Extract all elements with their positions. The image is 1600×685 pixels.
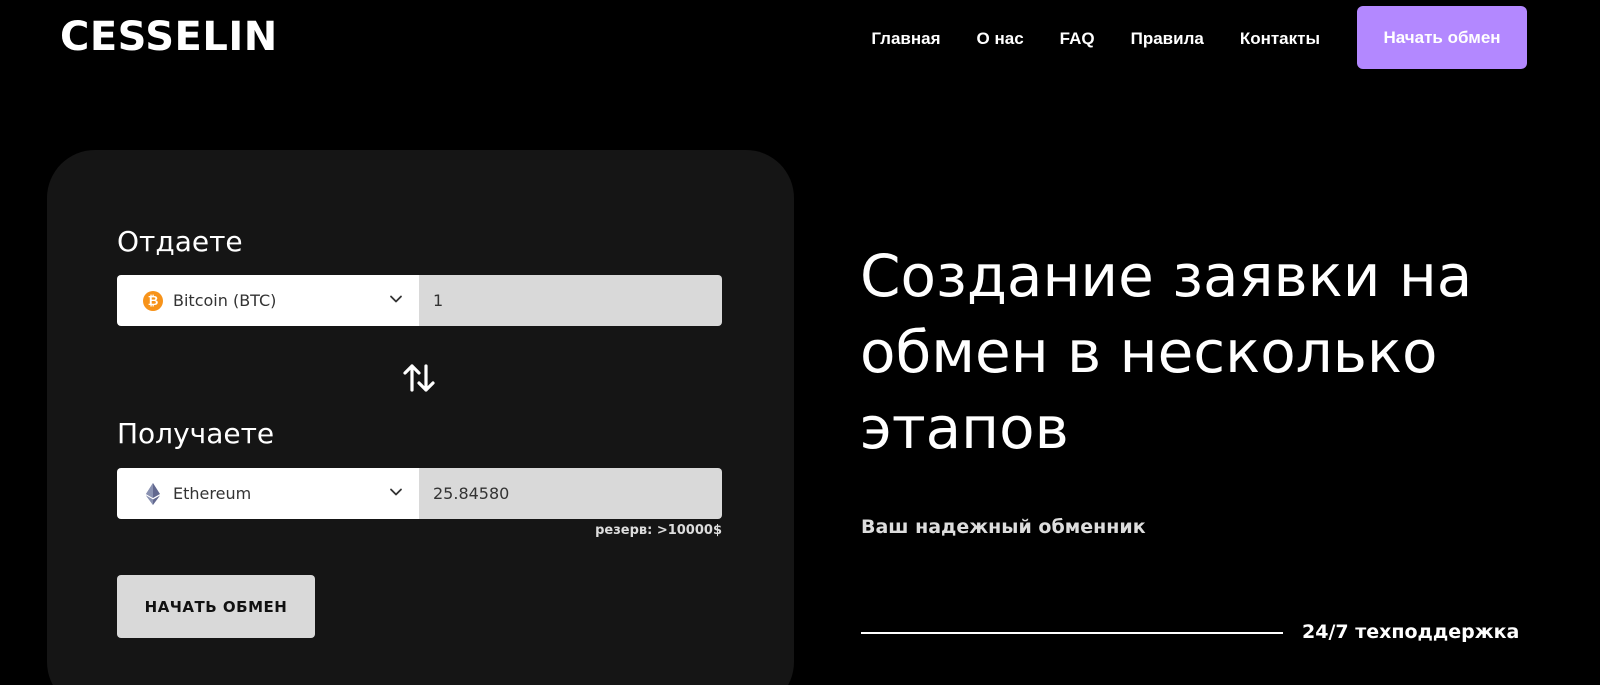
- nav-item-contacts[interactable]: Контакты: [1240, 29, 1320, 49]
- chevron-down-icon: [390, 488, 402, 496]
- give-label: Отдаете: [117, 225, 243, 258]
- nav-item-about[interactable]: О нас: [977, 29, 1024, 49]
- ethereum-icon: [143, 482, 163, 505]
- get-currency-text: Ethereum: [173, 484, 252, 503]
- page: CESSELIN Главная О нас FAQ Правила Конта…: [0, 0, 1600, 685]
- get-amount-input[interactable]: [419, 468, 722, 519]
- give-row: ₿ Bitcoin (BTC): [117, 275, 722, 326]
- site-logo[interactable]: CESSELIN: [60, 14, 278, 60]
- give-currency-text: Bitcoin (BTC): [173, 291, 277, 310]
- exchange-card: Отдаете ₿ Bitcoin (BTC) Получаете: [47, 150, 794, 685]
- get-row: Ethereum: [117, 468, 722, 519]
- chevron-down-icon: [390, 295, 402, 303]
- swap-arrows-icon[interactable]: [401, 360, 437, 396]
- nav-item-faq[interactable]: FAQ: [1060, 29, 1095, 49]
- nav-item-home[interactable]: Главная: [871, 29, 940, 49]
- get-label: Получаете: [117, 417, 275, 450]
- get-currency-select[interactable]: Ethereum: [117, 468, 419, 519]
- main-nav: Главная О нас FAQ Правила Контакты: [871, 29, 1320, 49]
- start-exchange-header-button[interactable]: Начать обмен: [1357, 6, 1527, 69]
- start-exchange-button[interactable]: НАЧАТЬ ОБМЕН: [117, 575, 315, 638]
- hero-subtitle: Ваш надежный обменник: [861, 516, 1146, 538]
- nav-item-rules[interactable]: Правила: [1131, 29, 1204, 49]
- reserve-text: резерв: >10000$: [595, 523, 722, 538]
- give-amount-input[interactable]: [419, 275, 722, 326]
- bitcoin-icon: ₿: [143, 290, 163, 311]
- support-text: 24/7 техподдержка: [1302, 621, 1520, 643]
- give-currency-select[interactable]: ₿ Bitcoin (BTC): [117, 275, 419, 326]
- divider-line: [861, 632, 1283, 634]
- hero-title: Создание заявки на обмен в несколько эта…: [860, 242, 1473, 462]
